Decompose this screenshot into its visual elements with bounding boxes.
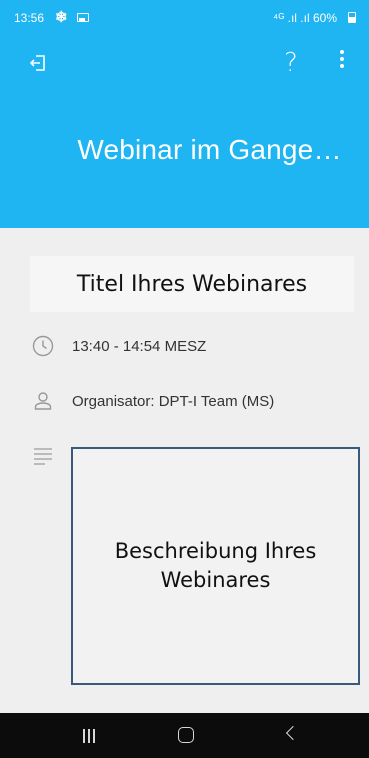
exit-icon[interactable] bbox=[27, 52, 49, 74]
organizer-row: Organisator: DPT-I Team (MS) bbox=[31, 389, 274, 413]
battery-percent: 60% bbox=[312, 11, 337, 25]
webinar-title: Titel Ihres Webinares bbox=[30, 256, 354, 312]
snowflake-icon: ❄ bbox=[55, 9, 68, 26]
webinar-organizer: Organisator: DPT-I Team (MS) bbox=[72, 392, 275, 410]
help-icon[interactable]: ? bbox=[284, 48, 298, 78]
description-row bbox=[31, 444, 55, 468]
description-icon bbox=[34, 448, 52, 465]
back-button[interactable] bbox=[285, 725, 301, 741]
webinar-description: Beschreibung Ihres Webinares bbox=[71, 447, 360, 685]
recent-apps-button[interactable] bbox=[83, 729, 95, 743]
image-notification-icon bbox=[77, 13, 89, 22]
system-nav-bar bbox=[0, 713, 369, 758]
app-header: 13:56 ❄ ⁴ᴳ .ıl .ıl 60% ? Webinar im Gang… bbox=[0, 0, 369, 228]
battery-icon bbox=[348, 12, 356, 23]
more-icon[interactable] bbox=[338, 50, 346, 72]
signal-icon: ⁴ᴳ .ıl .ıl bbox=[273, 11, 310, 25]
time-row: 13:40 - 14:54 MESZ bbox=[31, 334, 206, 358]
webinar-time: 13:40 - 14:54 MESZ bbox=[72, 337, 207, 355]
status-time: 13:56 bbox=[14, 11, 45, 25]
header-title: Webinar im Gange… bbox=[77, 134, 342, 165]
status-signal: ⁴ᴳ .ıl .ıl 60% bbox=[273, 11, 337, 25]
person-icon bbox=[34, 392, 52, 410]
status-bar: 13:56 ❄ ⁴ᴳ .ıl .ıl 60% bbox=[0, 0, 369, 36]
clock-icon bbox=[32, 335, 54, 357]
home-button[interactable] bbox=[178, 727, 194, 743]
